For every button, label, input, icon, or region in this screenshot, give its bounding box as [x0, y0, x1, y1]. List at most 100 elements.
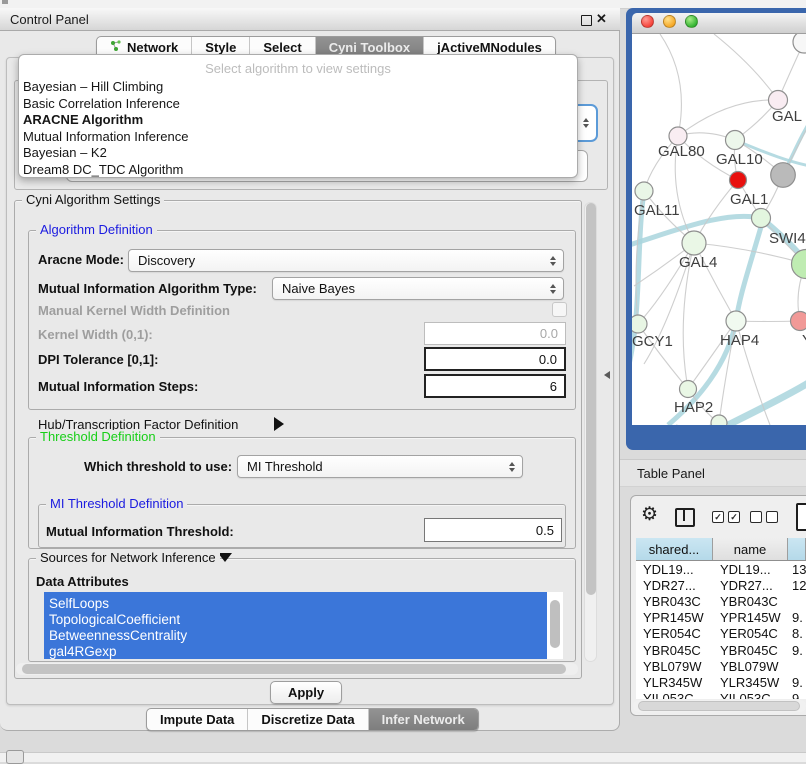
- table-row[interactable]: YDR27...YDR27...12: [636, 577, 806, 593]
- settings-horizontal-scrollbar-thumb[interactable]: [22, 664, 566, 674]
- checked-box-icon: ✓: [728, 511, 740, 523]
- node-big-green[interactable]: [792, 250, 806, 279]
- algorithm-option[interactable]: Bayesian – Hill Climbing: [23, 79, 163, 95]
- list-item[interactable]: BetweennessCentrality: [49, 628, 187, 644]
- table-cell: YDL19...: [636, 562, 713, 577]
- list-item[interactable]: TopologicalCoefficient: [49, 612, 180, 628]
- bottom-strip: [0, 752, 806, 762]
- node-gal10[interactable]: [726, 131, 745, 150]
- expand-down-icon[interactable]: [218, 553, 232, 562]
- table-body: YDL19...YDL19...13YDR27...YDR27...12YBR0…: [636, 561, 806, 699]
- settings-vertical-scrollbar-thumb[interactable]: [586, 203, 596, 595]
- column-header[interactable]: [788, 538, 806, 560]
- algorithm-option-selected[interactable]: ARACNE Algorithm: [23, 112, 143, 128]
- node-gal4[interactable]: [682, 231, 706, 255]
- algorithm-option[interactable]: Basic Correlation Inference: [23, 96, 180, 112]
- table-cell: 12: [788, 578, 806, 593]
- close-icon[interactable]: ✕: [596, 11, 607, 27]
- split-pane-collapse-icon[interactable]: [604, 371, 610, 379]
- network-edge[interactable]: [678, 100, 778, 136]
- tab-infer-network[interactable]: Infer Network: [368, 709, 478, 730]
- data-attributes-list[interactable]: SelfLoops TopologicalCoefficient Between…: [44, 592, 563, 659]
- network-graph[interactable]: GALGAL80GAL10GAL1GAL11SWI4GAL4HAP4YGCY1H…: [632, 34, 806, 425]
- sources-group-title: Sources for Network Inference: [36, 551, 220, 565]
- kernel-width-field[interactable]: 0.0: [424, 322, 566, 345]
- which-threshold-combobox[interactable]: MI Threshold: [237, 455, 523, 478]
- dpi-tolerance-label: DPI Tolerance [0,1]:: [38, 352, 158, 367]
- table-cell: YBL079W: [636, 659, 713, 674]
- table-horizontal-scrollbar-thumb[interactable]: [638, 701, 800, 711]
- table-row[interactable]: YBR045CYBR045C9.: [636, 642, 806, 658]
- tab-label: Impute Data: [160, 712, 234, 727]
- table-row[interactable]: YBR043CYBR043C: [636, 593, 806, 609]
- table-cell: YBR045C: [636, 643, 713, 658]
- network-edge[interactable]: [660, 34, 681, 136]
- expand-right-icon[interactable]: [274, 417, 284, 431]
- data-attributes-label: Data Attributes: [36, 574, 129, 589]
- tab-discretize-data[interactable]: Discretize Data: [247, 709, 367, 730]
- table-row[interactable]: YDL19...YDL19...13: [636, 561, 806, 577]
- table-cell: 9.: [788, 610, 806, 625]
- column-header[interactable]: shared...: [636, 538, 713, 560]
- list-item[interactable]: gal4RGexp: [49, 644, 117, 659]
- columns-icon[interactable]: [675, 508, 695, 527]
- algorithm-option[interactable]: Mutual Information Inference: [23, 129, 188, 145]
- spinner-arrows-icon: [550, 284, 556, 294]
- tab-label: Discretize Data: [261, 712, 354, 727]
- algorithm-option[interactable]: Bayesian – K2: [23, 145, 107, 161]
- list-scrollbar-thumb[interactable]: [550, 600, 560, 648]
- float-window-icon[interactable]: [581, 15, 592, 26]
- tab-label: Cyni Toolbox: [329, 40, 410, 55]
- mi-threshold-field[interactable]: 0.5: [424, 518, 562, 542]
- table-row[interactable]: YLR345WYLR345W9.: [636, 674, 806, 690]
- document-icon[interactable]: [796, 503, 806, 531]
- node-partial-bottom[interactable]: [711, 415, 727, 425]
- node-salmon[interactable]: [791, 312, 806, 331]
- mac-zoom-button[interactable]: [685, 15, 698, 28]
- tab-label: Style: [205, 40, 236, 55]
- node-hap2[interactable]: [680, 381, 697, 398]
- node-gal-pink[interactable]: [769, 91, 788, 110]
- gear-icon[interactable]: ⚙: [641, 505, 658, 524]
- node-gal1[interactable]: [730, 172, 747, 189]
- table-cell: YBR045C: [713, 643, 788, 658]
- table-cell: YLR345W: [636, 675, 713, 690]
- table-cell: YDR27...: [636, 578, 713, 593]
- table-row[interactable]: YIL053CYIL053C9.: [636, 691, 806, 700]
- node-gray[interactable]: [771, 163, 796, 188]
- node-partial-top[interactable]: [793, 34, 806, 53]
- node-hap4[interactable]: [726, 311, 746, 331]
- mac-close-button[interactable]: [641, 15, 654, 28]
- list-item[interactable]: SelfLoops: [49, 596, 109, 612]
- node-gcy1[interactable]: [632, 315, 647, 333]
- node-label: SWI4: [769, 230, 806, 247]
- deselect-all-columns-icon[interactable]: [750, 511, 778, 523]
- manual-kernel-checkbox[interactable]: [552, 302, 567, 317]
- kernel-width-label: Kernel Width (0,1):: [38, 327, 153, 342]
- node-swi4[interactable]: [752, 209, 771, 228]
- node-gal11[interactable]: [635, 182, 653, 200]
- node-label: GAL10: [716, 151, 763, 168]
- network-window-titlebar[interactable]: [632, 13, 806, 34]
- table-row[interactable]: YER054CYER054C8.: [636, 626, 806, 642]
- bottom-tab-bar: Impute Data Discretize Data Infer Networ…: [146, 708, 479, 731]
- table-row[interactable]: YBL079WYBL079W: [636, 658, 806, 674]
- mac-minimize-button[interactable]: [663, 15, 676, 28]
- table-cell: 8.: [788, 626, 806, 641]
- algorithm-option[interactable]: Dream8 DC_TDC Algorithm: [23, 162, 183, 178]
- table-cell: 9.: [788, 675, 806, 690]
- column-header[interactable]: name: [713, 538, 788, 560]
- mi-steps-field[interactable]: 6: [424, 374, 566, 398]
- network-canvas[interactable]: GALGAL80GAL10GAL1GAL11SWI4GAL4HAP4YGCY1H…: [632, 34, 806, 425]
- apply-button[interactable]: Apply: [270, 681, 342, 704]
- dpi-tolerance-field[interactable]: 0.0: [424, 347, 566, 371]
- mi-type-combobox[interactable]: Naive Bayes: [272, 277, 564, 300]
- select-all-columns-icon[interactable]: ✓ ✓: [712, 511, 740, 523]
- network-edge[interactable]: [714, 34, 778, 100]
- aracne-mode-combobox[interactable]: Discovery: [128, 249, 564, 272]
- table-cell: YBR043C: [636, 594, 713, 609]
- node-table[interactable]: shared... name YDL19...YDL19...13YDR27..…: [636, 538, 806, 699]
- which-threshold-value: MI Threshold: [247, 459, 323, 474]
- tab-impute-data[interactable]: Impute Data: [147, 709, 247, 730]
- table-row[interactable]: YPR145WYPR145W9.: [636, 610, 806, 626]
